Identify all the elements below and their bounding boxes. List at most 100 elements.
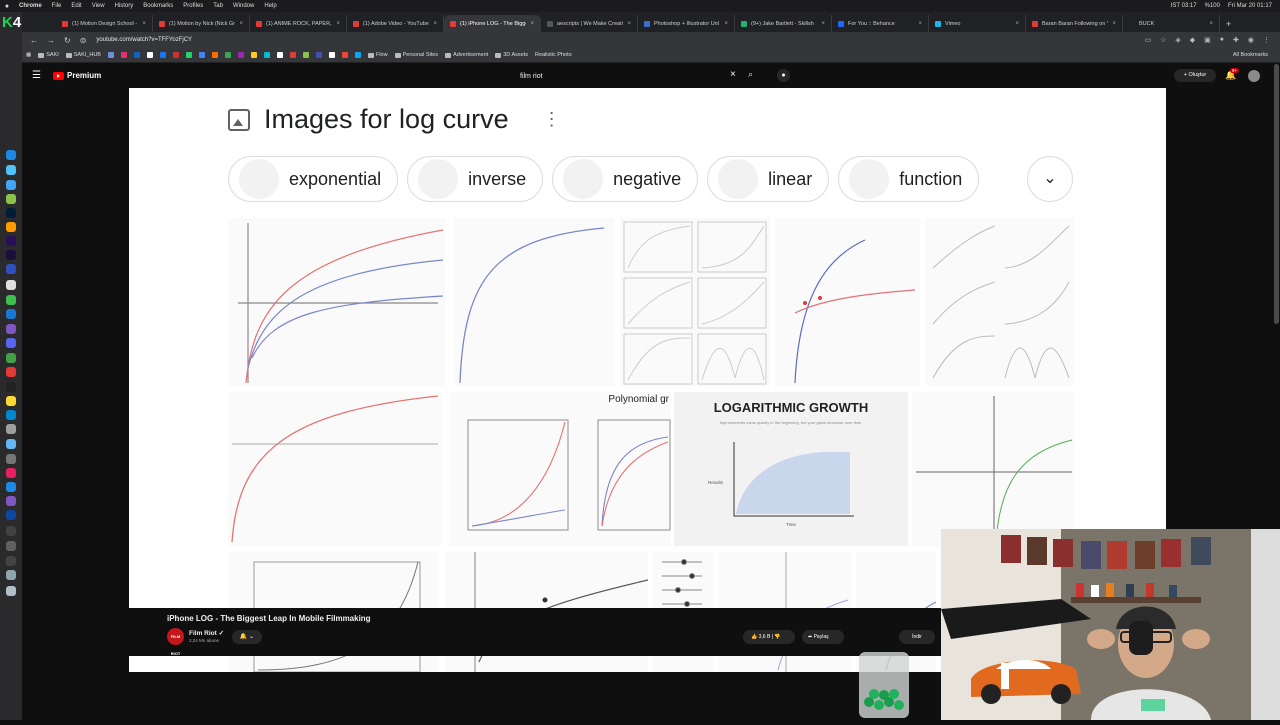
menu-profiles[interactable]: Profiles <box>183 3 203 9</box>
app-icon[interactable] <box>6 482 16 492</box>
browser-tab[interactable]: (9+) Jake Bartlett - Skillsh × <box>735 15 832 32</box>
close-icon[interactable]: × <box>1112 21 1116 27</box>
back-icon[interactable]: ← <box>30 36 38 45</box>
close-icon[interactable]: × <box>530 21 534 27</box>
bookmark-folder[interactable]: 3D Assets <box>495 52 528 58</box>
extension-icon[interactable]: ◆ <box>1190 36 1195 44</box>
bookmark-icon[interactable] <box>250 52 257 58</box>
app-icon[interactable] <box>6 382 16 392</box>
like-button[interactable]: 👍 3,6 B | 👎 <box>743 630 795 644</box>
bookmark-icon[interactable] <box>146 52 153 58</box>
after-effects-icon[interactable] <box>6 250 16 260</box>
bookmark-icon[interactable] <box>315 52 322 58</box>
bookmark-icon[interactable] <box>289 52 296 58</box>
search-icon[interactable]: ⌕ <box>748 69 753 80</box>
browser-tab[interactable]: BUCK × <box>1123 15 1220 32</box>
spotify-icon[interactable] <box>6 295 16 305</box>
page-scrollbar[interactable] <box>1274 64 1279 324</box>
menu-bookmarks[interactable]: Bookmarks <box>143 3 173 9</box>
browser-tab[interactable]: For You :: Behance × <box>832 15 929 32</box>
browser-tab-active[interactable]: (1) iPhone LOG - The Bigge × <box>444 15 541 32</box>
trash-icon[interactable] <box>6 586 16 596</box>
app-icon[interactable] <box>6 510 16 520</box>
apps-icon[interactable]: ▦ <box>26 52 31 58</box>
channel-name[interactable]: Film Riot ✓ <box>189 629 224 637</box>
site-info-icon[interactable]: ⊜ <box>80 36 87 45</box>
search-input[interactable]: film riot <box>520 73 543 80</box>
all-bookmarks[interactable]: All Bookmarks <box>1233 52 1280 58</box>
menu-window[interactable]: Window <box>233 3 254 9</box>
microphone-icon[interactable]: ● <box>777 69 790 82</box>
menu-app-name[interactable]: Chrome <box>19 3 42 9</box>
app-icon[interactable] <box>6 353 16 363</box>
menu-help[interactable]: Help <box>264 3 276 9</box>
app-icon[interactable] <box>6 556 16 566</box>
app-icon[interactable] <box>6 410 16 420</box>
extensions-puzzle-icon[interactable]: ✚ <box>1233 36 1239 44</box>
discord-icon[interactable] <box>6 338 16 348</box>
bookmark-icon[interactable] <box>120 52 127 58</box>
cast-icon[interactable]: ▭ <box>1144 36 1151 44</box>
app-icon[interactable] <box>6 367 16 377</box>
url-field[interactable]: youtube.com/watch?v=TFFYozFjCY <box>96 37 192 43</box>
photoshop-icon[interactable] <box>6 208 16 218</box>
chrome-icon[interactable] <box>6 194 16 204</box>
close-icon[interactable]: × <box>724 21 728 27</box>
clear-search-icon[interactable]: × <box>730 69 736 80</box>
close-icon[interactable]: × <box>433 21 437 27</box>
bookmark-icon[interactable] <box>211 52 218 58</box>
browser-tab[interactable]: Baran Baran Following on Y × <box>1026 15 1123 32</box>
menu-file[interactable]: File <box>52 3 62 9</box>
notes-icon[interactable] <box>6 396 16 406</box>
subscribe-bell-button[interactable]: 🔔 ⌄ <box>232 630 262 644</box>
bookmark-folder[interactable]: Advertisement <box>445 52 488 58</box>
close-icon[interactable]: × <box>142 21 146 27</box>
new-tab-button[interactable]: + <box>1220 15 1240 32</box>
app-icon[interactable] <box>6 526 16 536</box>
bookmark-icon[interactable] <box>263 52 270 58</box>
hamburger-menu-icon[interactable]: ☰ <box>32 70 41 81</box>
bookmark-folder[interactable]: Flow <box>368 52 388 58</box>
bookmark-icon[interactable] <box>276 52 283 58</box>
bookmark-icon[interactable] <box>328 52 335 58</box>
bookmark-icon[interactable] <box>185 52 192 58</box>
star-icon[interactable]: ☆ <box>1160 36 1166 44</box>
menu-edit[interactable]: Edit <box>71 3 81 9</box>
browser-tab[interactable]: (1) Motion by Nick (Nick Gr × <box>153 15 250 32</box>
premiere-icon[interactable] <box>6 236 16 246</box>
bookmark-icon[interactable] <box>302 52 309 58</box>
illustrator-icon[interactable] <box>6 222 16 232</box>
extension-icon[interactable]: ● <box>1220 36 1224 44</box>
media-encoder-icon[interactable] <box>6 264 16 274</box>
browser-tab[interactable]: (1) Adobe Video - YouTube × <box>347 15 444 32</box>
avatar[interactable] <box>1248 70 1260 82</box>
app-icon[interactable] <box>6 309 16 319</box>
bookmark-icon[interactable] <box>133 52 140 58</box>
downloads-icon[interactable] <box>6 570 16 580</box>
app-icon[interactable] <box>6 468 16 478</box>
close-icon[interactable]: × <box>627 21 631 27</box>
extension-icon[interactable]: ◈ <box>1175 36 1180 44</box>
search-box[interactable]: film riot × ⌕ <box>492 68 762 84</box>
bookmark-icon[interactable] <box>107 52 114 58</box>
app-icon[interactable] <box>6 439 16 449</box>
bookmark-icon[interactable] <box>198 52 205 58</box>
app-icon[interactable] <box>6 424 16 434</box>
app-icon[interactable] <box>6 541 16 551</box>
app-icon[interactable] <box>6 454 16 464</box>
menu-view[interactable]: View <box>92 3 105 9</box>
status-clock-ist[interactable]: IST 03:17 <box>1171 3 1197 9</box>
profile-icon[interactable]: ◉ <box>1248 36 1254 44</box>
bookmark-icon[interactable] <box>354 52 361 58</box>
share-button[interactable]: ➦ Paylaş <box>802 630 844 644</box>
bookmark-link[interactable]: Realistic Photo <box>535 52 572 58</box>
notifications-bell-icon[interactable]: 🔔 9+ <box>1225 68 1240 81</box>
app-icon[interactable] <box>6 180 16 190</box>
status-date-time[interactable]: Fri Mar 20 01:17 <box>1228 3 1272 9</box>
bookmark-folder[interactable]: SAKI <box>38 52 59 58</box>
bookmark-icon[interactable] <box>159 52 166 58</box>
bookmark-icon[interactable] <box>341 52 348 58</box>
finder-icon[interactable] <box>6 150 16 160</box>
close-icon[interactable]: × <box>336 21 340 27</box>
more-icon[interactable]: ⋮ <box>1263 36 1270 44</box>
